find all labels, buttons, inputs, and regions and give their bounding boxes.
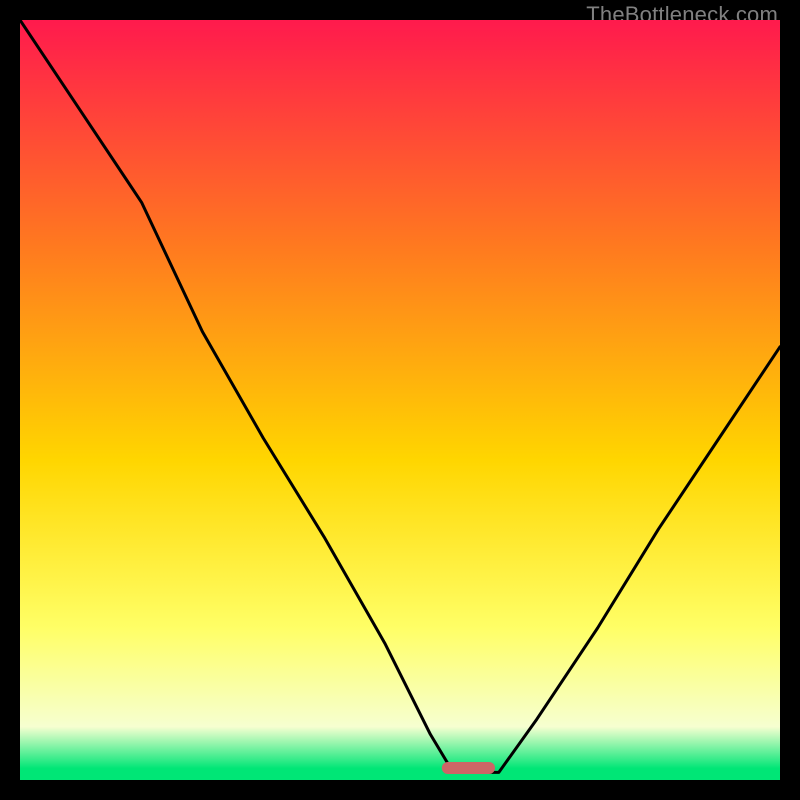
chart-plot-area	[20, 20, 780, 780]
optimum-marker	[442, 762, 495, 774]
gradient-background	[20, 20, 780, 780]
chart-svg	[20, 20, 780, 780]
